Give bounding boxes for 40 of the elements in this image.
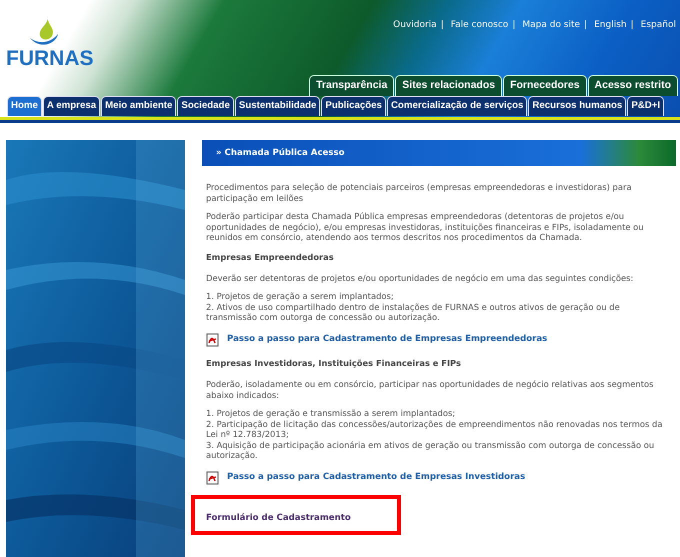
list-item: 2. Ativos de uso compartilhado dentro de instalações de FURNAS e outros ativos de geração ou de transmissão com outorga de concessão ou autorização.	[206, 302, 621, 323]
section-title: » Chamada Pública Acesso	[202, 140, 676, 166]
top-link[interactable]: Mapa do site	[522, 19, 580, 32]
separator-text: |	[440, 19, 444, 32]
top-link[interactable]: Español	[640, 19, 676, 32]
pdf-link[interactable]: Passo a passo para Cadastramento de Empresas Empreendedoras	[227, 333, 548, 346]
top-link[interactable]: English	[594, 19, 627, 32]
separator-text: |	[584, 19, 588, 32]
paragraph-text: Poderão, isoladamente ou em consórcio, participar nas oportunidades de negócio relativas aos segmentos abaixo indicados:	[206, 379, 655, 400]
nav-tab[interactable]: P&D+I	[627, 96, 664, 116]
pdf-icon	[206, 470, 219, 485]
nav-tab[interactable]: Comercialização de serviços	[386, 96, 528, 116]
list-item: 1. Projetos de geração a serem implantados;	[206, 291, 395, 302]
tab[interactable]: Fornecedores	[503, 75, 587, 96]
section-heading: Empresas Investidoras, Instituições Financeiras e FIPs	[206, 356, 462, 370]
paragraph-text: Deverão ser detentoras de projetos e/ou oportunidades de negócio em uma das seguintes condições:	[206, 272, 634, 284]
tab[interactable]: Acesso restrito	[588, 75, 678, 96]
section-heading: Empresas Empreendedoras	[206, 250, 335, 263]
pdf-link[interactable]: Passo a passo para Cadastramento de Empresas Investidoras	[227, 471, 526, 484]
separator-text: |	[512, 19, 516, 32]
separator-text: |	[630, 19, 634, 32]
nav-tab[interactable]: Recursos humanos	[528, 96, 626, 116]
pdf-icon	[206, 332, 219, 347]
paragraph-text: Poderão participar desta Chamada Pública empresas empreendedoras (detentoras de projetos e/ou oportunidades de negócio), e/ou empresas investidoras, instituições financeiras e FIPs, isoladamente ou reunidos em consórcio, atendendo aos termos descritos nos procedimentos da Chamada.	[206, 211, 645, 242]
form-link[interactable]: Formulário de Cadastramento	[206, 512, 351, 523]
nav-tab[interactable]: Sociedade	[177, 96, 234, 116]
nav-tab[interactable]: Home	[7, 96, 42, 116]
nav-tab[interactable]: Meio ambiente	[101, 96, 176, 116]
nav-tab[interactable]: A empresa	[42, 96, 100, 116]
tab[interactable]: Transparência	[309, 75, 394, 96]
paragraph-text: Procedimentos para seleção de potenciais parceiros (empresas empreendedoras e investidoras) para participação em leilões	[206, 182, 633, 203]
nav-tab[interactable]: Publicações	[321, 96, 386, 116]
top-link[interactable]: Ouvidoria	[393, 19, 437, 32]
list-item: 2. Participação de licitação das concessões/autorizações de empreendimentos não renovadas nos termos da Lei nº 12.783/2013;	[206, 418, 664, 440]
list-item: 1. Projetos de geração e transmissão a serem implantados;	[206, 408, 456, 419]
logo-text: FURNAS	[6, 48, 94, 69]
nav-tab[interactable]: Sustentabilidade	[234, 96, 320, 116]
top-link[interactable]: Fale conosco	[450, 19, 508, 32]
tab[interactable]: Sites relacionados	[395, 75, 502, 96]
list-item: 3. Aquisição de participação acionária em ativos de geração ou transmissão com outorga de concessão ou autorização.	[206, 440, 656, 461]
